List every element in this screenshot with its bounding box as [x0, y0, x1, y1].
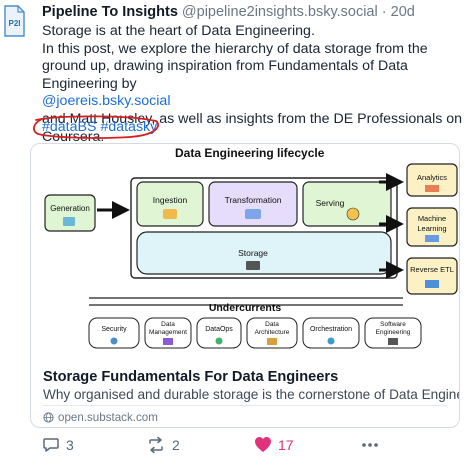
transformation-label: Transformation: [225, 195, 282, 205]
ml-label-line2: Learning: [417, 224, 446, 233]
generation-label: Generation: [50, 204, 90, 213]
storage-label: Storage: [238, 248, 268, 258]
security-icon: [110, 337, 118, 345]
ml-label-line1: Machine: [418, 214, 446, 223]
header-separator: ·: [381, 4, 387, 20]
undercurrents-label: Undercurrents: [209, 302, 282, 314]
reverse-etl-box: [406, 257, 458, 295]
serving-label: Serving: [316, 198, 345, 208]
author-handle[interactable]: @pipeline2insights.bsky.social: [182, 4, 378, 20]
like-count: 17: [278, 436, 294, 453]
orchestration-label: Orchestration: [310, 326, 352, 333]
generation-icon: [63, 217, 75, 226]
serving-icon: [346, 207, 360, 221]
software-label-2: Engineering: [376, 329, 411, 336]
data-arch-label-1: Data: [265, 321, 279, 328]
data-mgmt-label-2: Management: [149, 329, 187, 336]
repost-count: 2: [172, 437, 180, 453]
analytics-label: Analytics: [417, 173, 447, 182]
more-button[interactable]: [360, 438, 380, 452]
software-engineering-icon: [388, 338, 398, 345]
avatar-logo-icon: P2I: [4, 5, 25, 37]
avatar-label: P2I: [8, 19, 20, 28]
ml-icon: [425, 235, 439, 242]
post-time[interactable]: 20d: [391, 4, 415, 20]
red-annotation-circle: [33, 115, 160, 139]
diagram-title: Data Engineering lifecycle: [175, 146, 325, 160]
software-label-1: Software: [380, 321, 406, 328]
reply-count: 3: [66, 437, 74, 453]
reply-button[interactable]: 3: [42, 436, 74, 454]
lifecycle-diagram-image: Data Engineering lifecycle Generation In…: [31, 144, 459, 364]
repost-icon: [149, 436, 163, 454]
post-header: Pipeline To Insights @pipeline2insights.…: [42, 4, 415, 20]
ingestion-label: Ingestion: [153, 195, 188, 205]
card-domain: open.substack.com: [58, 411, 158, 424]
globe-icon: [43, 412, 54, 423]
reply-icon: [43, 438, 59, 452]
like-heart-icon: [255, 437, 271, 452]
data-management-icon: [163, 338, 173, 345]
more-icon: [362, 443, 378, 447]
data-arch-label-2: Architecture: [255, 329, 290, 336]
post-line-1: Storage is at the heart of Data Engineer…: [42, 23, 315, 39]
analytics-icon: [425, 185, 439, 192]
storage-icon: [246, 261, 260, 270]
repost-button[interactable]: 2: [146, 436, 180, 454]
like-button[interactable]: 17: [254, 436, 294, 453]
data-mgmt-label-1: Data: [161, 321, 175, 328]
post-line-2: In this post, we explore the hierarchy o…: [42, 40, 428, 92]
ingestion-icon: [163, 209, 177, 219]
orchestration-icon: [327, 337, 335, 345]
card-description: Why organised and durable storage is the…: [43, 387, 460, 402]
post-actions: 3 2 17: [42, 436, 462, 456]
transformation-icon: [245, 209, 261, 219]
dataops-icon: [215, 337, 223, 345]
data-architecture-icon: [267, 338, 277, 345]
author-name[interactable]: Pipeline To Insights: [42, 4, 178, 20]
card-divider: [43, 405, 447, 406]
card-domain-row: open.substack.com: [43, 411, 158, 424]
reverse-etl-icon: [425, 280, 439, 288]
card-title[interactable]: Storage Fundamentals For Data Engineers: [43, 369, 338, 385]
dataops-label: DataOps: [205, 326, 233, 333]
security-label: Security: [101, 326, 127, 333]
avatar[interactable]: P2I: [2, 4, 28, 40]
link-preview-card[interactable]: Data Engineering lifecycle Generation In…: [30, 143, 460, 428]
mention-link[interactable]: @joereis.bsky.social: [42, 93, 170, 109]
reverse-etl-label: Reverse ETL: [410, 265, 454, 274]
